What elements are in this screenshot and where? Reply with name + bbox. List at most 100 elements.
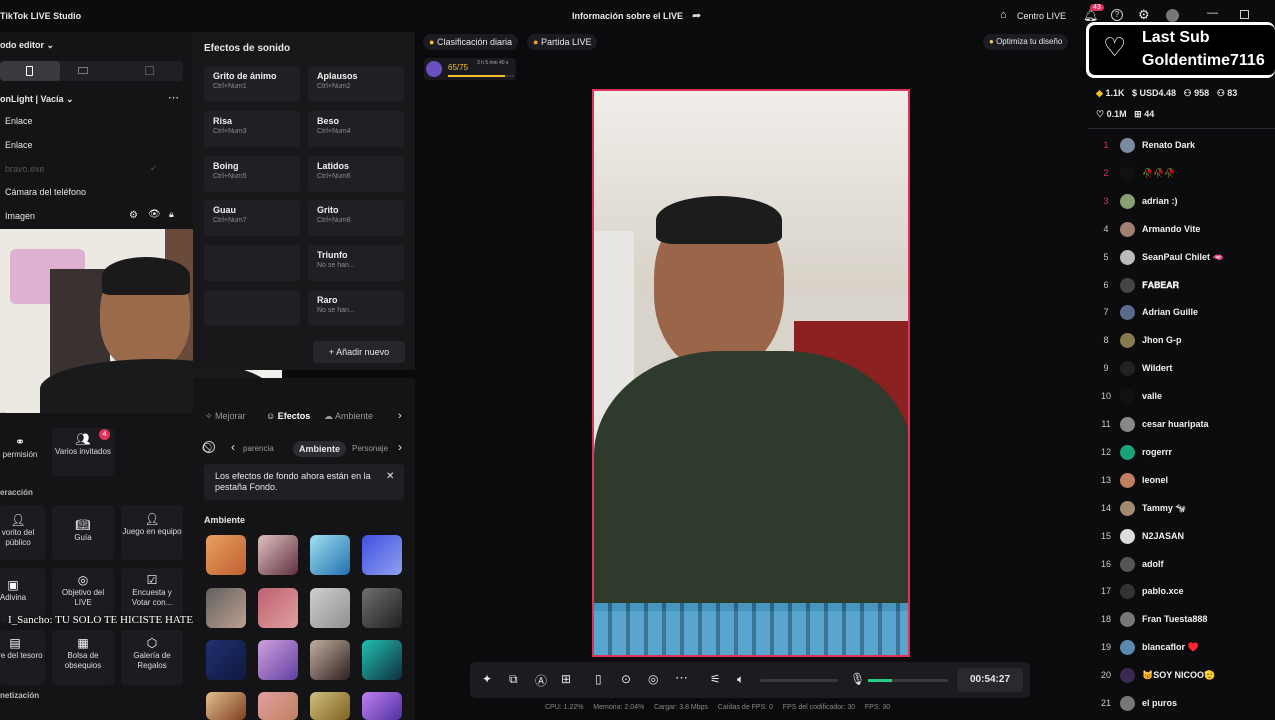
optimize-design-button[interactable]: ● Optimiza tu diseño [983,34,1069,50]
sound-button[interactable]: Boing Ctrl+Num5 [204,156,300,192]
avatar[interactable] [1120,389,1135,405]
avatar[interactable] [1120,472,1135,488]
avatar[interactable] [1120,640,1135,656]
tool-permission[interactable]: ⚭ permisión [0,436,50,460]
leaderboard-row[interactable]: 12 rogerrr [1096,443,1275,463]
chevron-left-icon[interactable]: ‹ [231,440,235,454]
daily-ranking-button[interactable]: ● Clasificación diaria [423,34,518,50]
more-icon[interactable]: ⋯ [675,670,688,686]
leaderboard-row[interactable]: 8 Jhon G-p [1096,331,1275,351]
effect-thumb[interactable] [258,640,298,680]
sound-button[interactable]: Aplausos Ctrl+Num2 [308,66,404,102]
ai-icon[interactable]: Ⓐ [535,672,547,689]
live-center-link[interactable]: Centro LIVE [1017,11,1066,21]
leaderboard-row[interactable]: 10 valle [1096,387,1275,407]
leaderboard-row[interactable]: 13 leonel [1096,471,1275,491]
sound-button[interactable]: Triunfo No se han... [308,245,404,281]
leaderboard-row[interactable]: 2 🥀🥀🥀 [1096,164,1275,184]
leaderboard-name[interactable]: 𝐅𝐀𝐁𝐄𝐀𝐑 [1142,280,1179,291]
leaderboard-name[interactable]: Fran Tuesta888 [1142,614,1207,624]
tool-guide[interactable]: 📖︎ Guía [53,519,113,543]
gear-icon[interactable]: ⚙ [1138,7,1150,23]
landscape-tab[interactable] [60,61,120,81]
avatar[interactable] [1120,444,1135,460]
sound-button[interactable]: Risa Ctrl+Num3 [204,111,300,147]
leaderboard-row[interactable]: 20 😽SOY NICOO🫡 [1096,666,1275,686]
leaderboard-row[interactable]: 21 el puros [1096,694,1275,714]
leaderboard-name[interactable]: Armando Vite [1142,224,1200,234]
effect-thumb[interactable] [310,535,350,575]
translate-icon[interactable]: ⧉ [509,672,518,687]
leaderboard-name[interactable]: Jhon G-p [1142,335,1182,345]
tool-live-goal[interactable]: ◎ Objetivo del LIVE [53,574,113,608]
avatar[interactable] [1120,417,1135,432]
avatar[interactable] [1166,9,1179,22]
effect-thumb[interactable] [362,640,402,680]
help-icon[interactable]: ? [1111,9,1123,21]
effect-thumb[interactable] [258,692,298,720]
share-icon[interactable]: ➦ [692,9,701,22]
tool-favorite[interactable]: 👤︎ vorito del público [0,514,48,548]
magic-icon[interactable]: ✦ [482,672,492,686]
eye-icon[interactable]: 👁︎ [148,209,161,220]
sound-button[interactable]: Grito Ctrl+Num8 [308,200,404,236]
leaderboard-name[interactable]: Renato Dark [1142,140,1195,150]
live-match-button[interactable]: ● Partida LIVE [527,34,598,50]
tab-ambience[interactable]: ☁ Ambiente [324,411,373,422]
source-item[interactable]: Enlace [5,140,33,150]
leaderboard-name[interactable]: blancaflor ♥️ [1142,642,1199,653]
scene-selector[interactable]: onLight | Vacía ⌄ [0,94,74,105]
leaderboard-row[interactable]: 14 Tammy 🐄 [1096,499,1275,519]
tab-enhance[interactable]: ✧ Mejorar [205,411,246,422]
effect-thumb[interactable] [362,692,402,720]
tool-team-game[interactable]: 👤︎ Juego en equipo [122,513,182,537]
leaderboard-row[interactable]: 17 pablo.xce [1096,582,1275,602]
leaderboard-row[interactable]: 18 Fran Tuesta888 [1096,610,1275,630]
avatar[interactable] [1120,277,1135,293]
avatar[interactable] [1120,500,1135,516]
dual-tab[interactable] [120,61,180,81]
avatar[interactable] [1120,193,1135,209]
leaderboard-name[interactable]: cesar huaripata [1142,419,1209,429]
effect-thumb[interactable] [258,588,298,628]
avatar[interactable] [1120,165,1135,181]
sound-button[interactable]: Beso Ctrl+Num4 [308,111,404,147]
avatar[interactable] [1120,138,1135,153]
subtab-ambience[interactable]: Ambiente [293,441,347,457]
subtab-character[interactable]: Personaje [352,444,388,453]
effect-thumb[interactable] [310,692,350,720]
leaderboard-name[interactable]: adrian :) [1142,196,1178,206]
leaderboard-name[interactable]: el puros [1142,698,1177,708]
subtab-appearance[interactable]: parencia [243,444,274,453]
tool-gift-bag[interactable]: ▦ Bolsa de obsequios [53,637,113,671]
level-widget[interactable]: 65/75 3 h 5 min 40 s [424,58,516,80]
maximize-icon[interactable] [1240,10,1249,19]
tool-poll[interactable]: ☑ Encuesta y Votar con... [122,574,182,608]
chevron-right-icon[interactable]: › [398,440,402,454]
leaderboard-row[interactable]: 11 cesar huaripata [1096,415,1275,435]
tool-gift-gallery[interactable]: ⬡ Galería de Regalos [122,637,182,671]
add-sound-button[interactable]: + Añadir nuevo [313,341,405,363]
phone-icon[interactable]: ▯ [595,672,602,686]
effect-thumb[interactable] [310,588,350,628]
speaker-volume-slider[interactable] [760,679,838,682]
effect-thumb[interactable] [362,588,402,628]
portrait-tab[interactable] [0,61,60,81]
effect-thumb[interactable] [206,640,246,680]
camera-icon[interactable]: ◎ [648,672,658,686]
mode-selector[interactable]: odo editor ⌄ [0,40,54,51]
effect-thumb[interactable] [258,535,298,575]
source-item[interactable]: bravo.exe [5,164,45,174]
avatar[interactable] [1120,528,1135,544]
home-icon[interactable]: ⌂ [1000,9,1007,21]
minimize-icon[interactable]: — [1207,7,1218,19]
leaderboard-name[interactable]: leonel [1142,475,1168,485]
sound-button-empty[interactable] [204,290,300,326]
sound-button[interactable]: Guau Ctrl+Num7 [204,200,300,236]
effect-thumb[interactable] [206,588,246,628]
live-info-title[interactable]: Información sobre el LIVE [572,11,683,21]
settings-sliders-icon[interactable]: ⚟ [710,672,721,686]
avatar[interactable] [1120,584,1135,600]
avatar[interactable] [1120,668,1135,684]
leaderboard-name[interactable]: N2JASAN [1142,531,1184,541]
